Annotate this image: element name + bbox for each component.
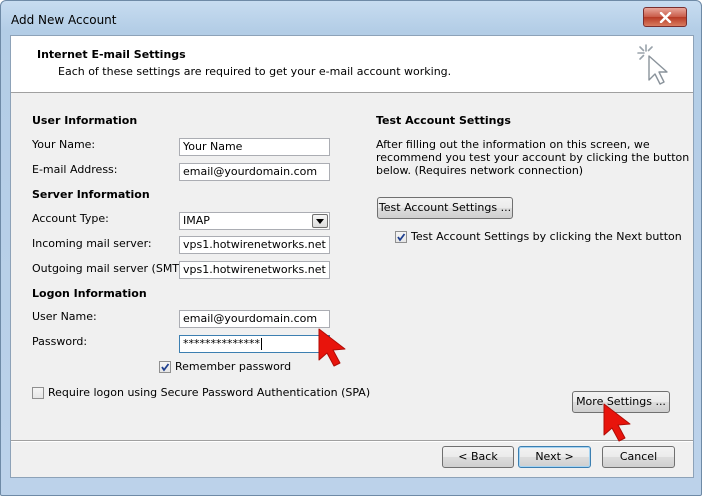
test-settings-heading: Test Account Settings <box>376 114 511 127</box>
window-title: Add New Account <box>11 13 117 27</box>
page-subtitle: Each of these settings are required to g… <box>58 65 452 78</box>
back-button[interactable]: < Back <box>442 446 514 468</box>
spa-label: Require logon using Secure Password Auth… <box>48 386 371 399</box>
test-account-settings-button[interactable]: Test Account Settings ... <box>377 197 513 219</box>
footer-divider <box>11 440 693 442</box>
email-address-input[interactable]: email@yourdomain.com <box>179 163 330 181</box>
user-name-input[interactable]: email@yourdomain.com <box>179 310 330 328</box>
remember-password-checkbox[interactable] <box>159 361 171 373</box>
test-description-line3: below. (Requires network connection) <box>376 164 584 177</box>
your-name-input[interactable]: Your Name <box>179 138 330 156</box>
red-pointer-arrow-icon <box>318 328 346 367</box>
remember-password-label: Remember password <box>175 360 292 373</box>
page-title: Internet E-mail Settings <box>37 48 186 61</box>
server-info-heading: Server Information <box>32 188 150 201</box>
spa-checkbox[interactable] <box>32 387 44 399</box>
email-address-label: E-mail Address: <box>32 163 118 176</box>
account-type-dropdown-button[interactable] <box>312 214 328 228</box>
password-input[interactable]: ************** <box>179 335 330 353</box>
add-new-account-window: Add New Account Internet E-mail Settings… <box>0 0 702 496</box>
password-value: ************** <box>183 337 260 350</box>
incoming-server-label: Incoming mail server: <box>32 237 152 250</box>
auto-test-checkbox[interactable] <box>395 231 407 243</box>
incoming-server-input[interactable]: vps1.hotwirenetworks.net <box>179 236 330 254</box>
test-description-line2: recommend you test your account by click… <box>376 151 690 164</box>
chevron-down-icon <box>316 219 324 224</box>
cancel-button[interactable]: Cancel <box>602 446 675 468</box>
close-button[interactable] <box>643 7 687 27</box>
password-label: Password: <box>32 335 88 348</box>
close-icon <box>659 12 672 23</box>
account-type-label: Account Type: <box>32 212 109 225</box>
auto-test-label: Test Account Settings by clicking the Ne… <box>411 230 682 243</box>
user-info-heading: User Information <box>32 114 138 127</box>
logon-info-heading: Logon Information <box>32 287 147 300</box>
next-button[interactable]: Next > <box>518 446 591 468</box>
your-name-label: Your Name: <box>32 138 96 151</box>
text-caret <box>261 338 262 350</box>
red-pointer-arrow-icon <box>603 403 631 442</box>
outgoing-server-input[interactable]: vps1.hotwirenetworks.net <box>179 261 330 279</box>
checkmark-icon <box>161 363 170 372</box>
account-type-value: IMAP <box>183 214 210 227</box>
outgoing-server-label: Outgoing mail server (SMTP): <box>32 262 194 275</box>
checkmark-icon <box>397 233 406 242</box>
dialog-client-area: Internet E-mail Settings Each of these s… <box>10 35 694 478</box>
account-type-select[interactable]: IMAP <box>179 212 330 230</box>
cursor-click-icon <box>637 44 668 85</box>
header-band: Internet E-mail Settings Each of these s… <box>11 36 693 93</box>
user-name-label: User Name: <box>32 310 97 323</box>
test-description-line1: After filling out the information on thi… <box>376 138 650 151</box>
title-bar: Add New Account <box>1 1 701 35</box>
